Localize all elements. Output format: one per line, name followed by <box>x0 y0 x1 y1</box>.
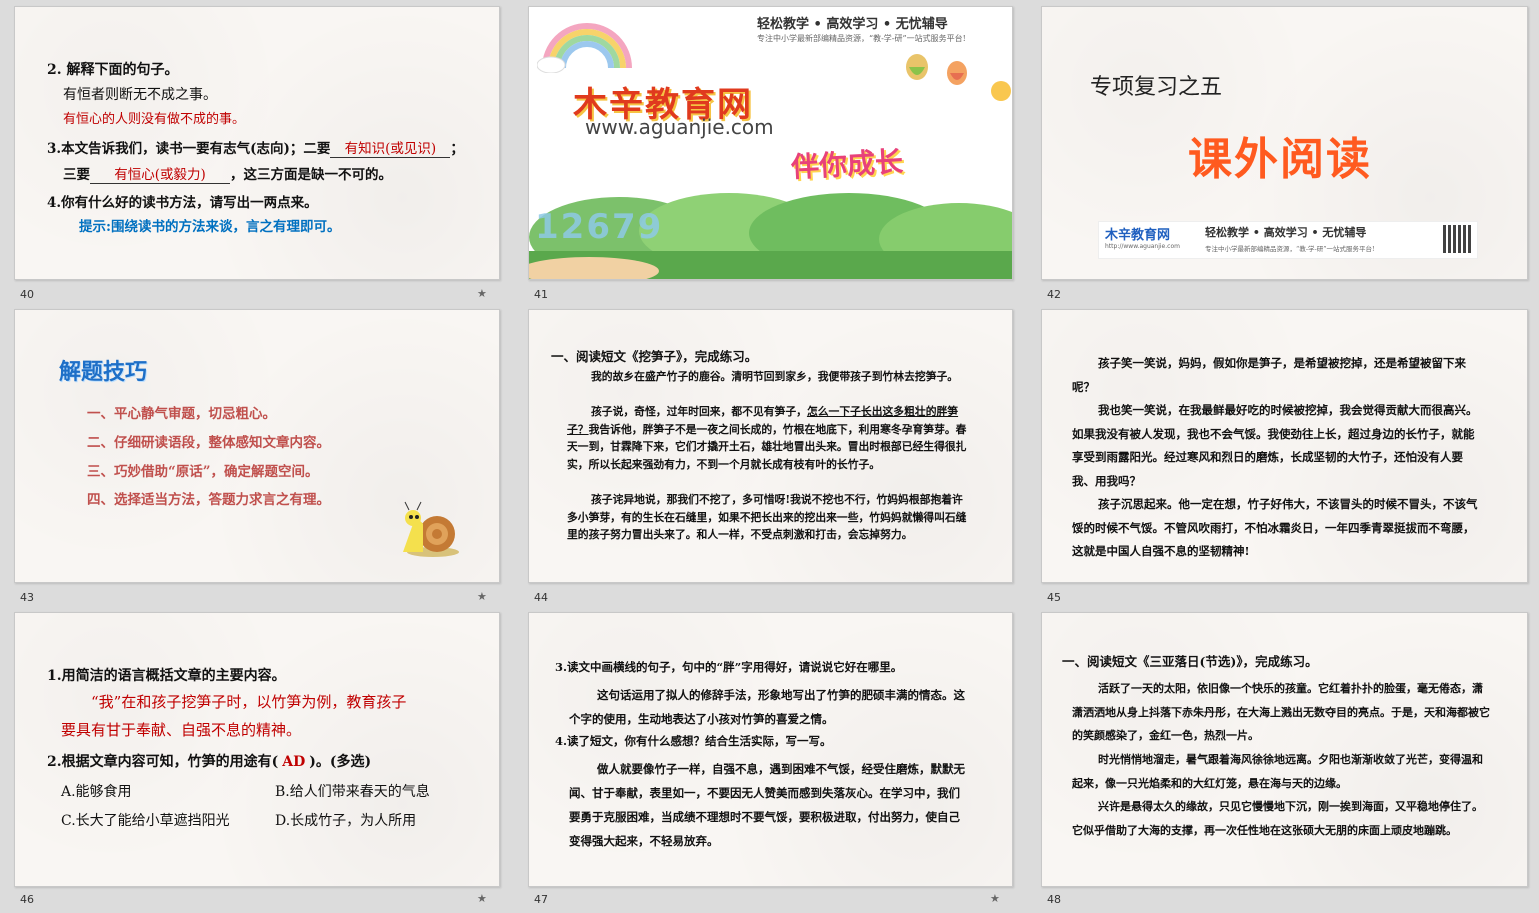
slide-number-46: 46 <box>20 893 34 906</box>
tip-2: 二、仔细研读语段，整体感知文章内容。 <box>87 435 330 451</box>
tagline: 轻松教学 • 高效学习 • 无忧辅导 <box>757 17 948 32</box>
answer-2: 有恒心的人则没有做不成的事。 <box>63 112 246 127</box>
answer-4: 做人就要像竹子一样，自强不息，遇到困难不气馁，经受住磨炼，默默无闻、甘于奉献，表… <box>569 762 965 848</box>
answer-1-line2: 要具有甘于奉献、自强不息的精神。 <box>61 721 302 739</box>
question-3-lead: 三要 <box>63 167 90 183</box>
slide-42[interactable]: 专项复习之五 课外阅读 木辛教育网 http://www.aguanjie.co… <box>1041 6 1528 280</box>
star-icon: ★ <box>477 287 487 300</box>
brand-url: http://www.aguanjie.com <box>1105 243 1180 250</box>
brand-name: 木辛教育网 <box>1105 228 1171 243</box>
section-subtitle: 专项复习之五 <box>1090 75 1223 100</box>
tip-3: 三、巧妙借助“原话”，确定解题空间。 <box>87 464 319 480</box>
answer-3a: 有知识(或见识) <box>330 137 451 158</box>
question-3-punct: ； <box>450 141 464 157</box>
question-2-tail: )。(多选) <box>309 754 372 770</box>
slide-43[interactable]: 解题技巧 一、平心静气审题，切忌粗心。 二、仔细研读语段，整体感知文章内容。 三… <box>14 309 500 583</box>
tip-1: 一、平心静气审题，切忌粗心。 <box>87 406 276 422</box>
slide-number-40: 40 <box>20 288 34 301</box>
tips-title: 解题技巧 <box>59 360 148 385</box>
brand-tagline: 轻松教学 • 高效学习 • 无忧辅导 <box>1205 226 1367 239</box>
paragraph-2: 时光悄悄地溜走，暑气跟着海风徐徐地远离。夕阳也渐渐收敛了光芒，变得温和起来，像一… <box>1072 753 1483 790</box>
paragraph-3: 孩子沉思起来。他一定在想，竹子好伟大，不该冒头的时候不冒头，不该气馁的时候不气馁… <box>1072 497 1478 558</box>
question-2-text: 2.根据文章内容可知，竹笋的用途有( <box>47 754 279 770</box>
answer-3b: 有恒心(或毅力) <box>90 163 230 184</box>
sentence: 有恒者则断无不成之事。 <box>63 87 217 103</box>
paragraph-3: 兴许是悬得太久的缘故，只见它慢慢地下沉，刚一挨到海面，又平稳地停住了。它似乎借助… <box>1072 800 1483 837</box>
slide-number-45: 45 <box>1047 591 1061 604</box>
question-1: 1.用简洁的语言概括文章的主要内容。 <box>47 668 286 684</box>
sun-icon <box>991 81 1011 101</box>
question-2: 2. 解释下面的句子。 <box>47 62 179 78</box>
paragraph-2-rest: 我告诉他，胖笋子不是一夜之间长成的，竹根在地底下，利用寒冬孕育笋芽。春天一到，甘… <box>567 422 967 471</box>
option-b: B.给人们带来春天的气息 <box>275 784 430 800</box>
slide-number-41: 41 <box>534 288 548 301</box>
tip-4: 四、选择适当方法，答题力求言之有理。 <box>87 492 330 508</box>
rainbow-icon <box>537 23 632 73</box>
option-d: D.长成竹子，为人所用 <box>275 813 417 829</box>
section-title: 课外阅读 <box>1188 134 1372 185</box>
question-2: 2.根据文章内容可知，竹笋的用途有(AD)。(多选) <box>47 751 371 771</box>
snail-icon <box>403 501 459 557</box>
slide-44[interactable]: 一、阅读短文《挖笋子》，完成练习。 我的故乡在盛产竹子的鹿谷。清明节回到家乡，我… <box>528 309 1013 583</box>
paragraph-2: 我也笑一笑说，在我最鲜最好吃的时候被挖掉，我会觉得贡献大而很高兴。如果我没有被人… <box>1072 403 1478 488</box>
star-icon: ★ <box>477 892 487 905</box>
answer-2: AD <box>282 754 306 770</box>
question-3-text: 3.本文告诉我们，读书一要有志气(志向)；二要 <box>47 141 331 157</box>
slogan: 伴你成长 <box>790 145 904 184</box>
slide-number-43: 43 <box>20 591 34 604</box>
tagline-sub: 专注中小学最新部编精品资源，“教-学-研”一站式服务平台! <box>757 34 966 43</box>
number-graphic: 12679 <box>535 207 664 247</box>
paragraph-3: 孩子诧异地说，那我们不挖了，多可惜呀!我说不挖也不行，竹妈妈根部抱着许多小笋芽，… <box>567 493 967 541</box>
slide-40[interactable]: 2. 解释下面的句子。 有恒者则断无不成之事。 有恒心的人则没有做不成的事。 3… <box>14 6 500 280</box>
paragraph-2: 孩子说，奇怪，过年时回来，都不见有笋子，怎么一下子长出这多粗壮的胖笋子？我告诉他… <box>567 403 972 473</box>
slide-48[interactable]: 一、阅读短文《三亚落日(节选)》，完成练习。 活跃了一天的太阳，依旧像一个快乐的… <box>1041 612 1528 887</box>
qr-code-icon <box>1443 225 1471 253</box>
brand-banner: 木辛教育网 http://www.aguanjie.com 轻松教学 • 高效学… <box>1098 221 1478 259</box>
reading-heading: 一、阅读短文《三亚落日(节选)》，完成练习。 <box>1062 654 1318 669</box>
option-c: C.长大了能给小草遮挡阳光 <box>61 813 230 829</box>
question-3: 3.本文告诉我们，读书一要有志气(志向)；二要 有知识(或见识)； <box>47 137 464 158</box>
paragraph-1: 孩子笑一笑说，妈妈，假如你是笋子，是希望被挖掉，还是希望被留下来呢？ <box>1072 356 1466 394</box>
slide-number-47: 47 <box>534 893 548 906</box>
slide-number-48: 48 <box>1047 893 1061 906</box>
question-4: 4.读了短文，你有什么感想？结合生活实际，写一写。 <box>555 734 832 748</box>
question-4: 4.你有什么好的读书方法，请写出一两点来。 <box>47 195 318 211</box>
slide-47[interactable]: 3.读文中画横线的句子，句中的“胖”字用得好，请说说它好在哪里。 这句话运用了拟… <box>528 612 1013 887</box>
question-3-tail: ，这三方面是缺一不可的。 <box>230 167 392 183</box>
answer-3: 这句话运用了拟人的修辞手法，形象地写出了竹笋的肥硕丰满的情态。这个字的使用，生动… <box>569 688 965 726</box>
paragraph-1: 我的故乡在盛产竹子的鹿谷。清明节回到家乡，我便带孩子到竹林去挖笋子。 <box>591 370 959 383</box>
question-3-line2: 三要 有恒心(或毅力) ，这三方面是缺一不可的。 <box>63 163 392 184</box>
slide-46[interactable]: 1.用简洁的语言概括文章的主要内容。 “我”在和孩子挖笋子时，以竹笋为例，教育孩… <box>14 612 500 887</box>
slide-45[interactable]: 孩子笑一笑说，妈妈，假如你是笋子，是希望被挖掉，还是希望被留下来呢？ 我也笑一笑… <box>1041 309 1528 583</box>
brand-tagline-sub: 专注中小学最新部编精品资源，“教-学-研”一站式服务平台! <box>1205 245 1375 253</box>
slide-number-42: 42 <box>1047 288 1061 301</box>
reading-heading: 一、阅读短文《挖笋子》，完成练习。 <box>551 349 758 364</box>
answer-1-line1: “我”在和孩子挖笋子时，以竹笋为例，教育孩子 <box>91 693 407 711</box>
slide-number-44: 44 <box>534 591 548 604</box>
question-3: 3.读文中画横线的句子，句中的“胖”字用得好，请说说它好在哪里。 <box>555 660 903 674</box>
star-icon: ★ <box>990 892 1000 905</box>
hint: 提示:围绕读书的方法来谈，言之有理即可。 <box>79 219 341 235</box>
paragraph-1: 活跃了一天的太阳，依旧像一个快乐的孩童。它红着扑扑的脸蛋，毫无倦态，潇潇洒洒地从… <box>1072 682 1490 742</box>
paragraph-2-start: 孩子说，奇怪，过年时回来，都不见有笋子， <box>591 405 807 418</box>
star-icon: ★ <box>477 590 487 603</box>
option-a: A.能够食用 <box>61 784 132 800</box>
slide-41[interactable]: 轻松教学 • 高效学习 • 无忧辅导 专注中小学最新部编精品资源，“教-学-研”… <box>528 6 1013 280</box>
site-url: www.aguanjie.com <box>585 115 774 139</box>
balloon-icon <box>906 54 967 85</box>
